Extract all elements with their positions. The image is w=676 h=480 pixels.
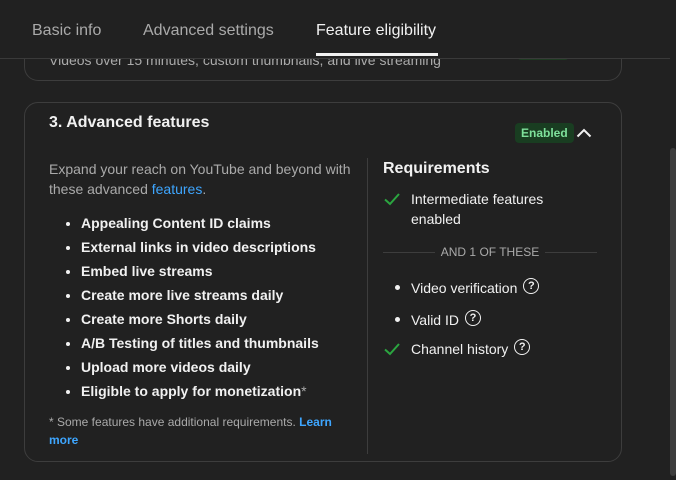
list-item: A/B Testing of titles and thumbnails: [81, 331, 359, 355]
list-item: Create more live streams daily: [81, 283, 359, 307]
requirement-channel-history: Channel history ?: [383, 339, 597, 359]
chevron-up-icon: [576, 128, 592, 138]
collapse-button[interactable]: [573, 122, 595, 144]
list-item: External links in video descriptions: [81, 235, 359, 259]
list-item: Eligible to apply for monetization*: [81, 379, 359, 403]
help-icon[interactable]: ?: [523, 278, 540, 294]
scrollbar[interactable]: [670, 148, 676, 476]
tab-feature-eligibility[interactable]: Feature eligibility: [316, 22, 436, 40]
advanced-features-card: 3. Advanced features Enabled Expand your…: [24, 102, 622, 462]
features-list: Appealing Content ID claims External lin…: [49, 211, 359, 403]
separator-label: AND 1 OF THESE: [440, 245, 540, 259]
requirements-column: Requirements Intermediate features enabl…: [383, 159, 597, 359]
help-icon[interactable]: ?: [464, 310, 481, 326]
footnote-asterisk: *: [301, 383, 307, 399]
requirement-intermediate: Intermediate features enabled: [383, 189, 597, 229]
features-link[interactable]: features: [152, 181, 203, 197]
footnote: * Some features have additional requirem…: [49, 413, 349, 449]
requirement-label: Valid ID: [411, 312, 459, 328]
footnote-text: * Some features have additional requirem…: [49, 415, 300, 429]
requirement-valid-id: Valid ID ?: [383, 310, 597, 330]
requirement-video-verification: Video verification ?: [383, 278, 597, 298]
requirement-label: Intermediate features enabled: [411, 191, 544, 227]
checkmark-icon: [384, 193, 400, 206]
requirement-label: Video verification: [411, 280, 518, 296]
requirement-label: Channel history: [411, 341, 509, 357]
tab-bar: Basic info Advanced settings Feature eli…: [0, 0, 670, 59]
tab-advanced-settings[interactable]: Advanced settings: [143, 22, 274, 40]
active-tab-indicator: [316, 53, 438, 56]
requirements-title: Requirements: [383, 160, 490, 177]
column-divider: [367, 158, 368, 454]
list-item: Create more Shorts daily: [81, 307, 359, 331]
bullet: [395, 317, 400, 322]
bullet: [395, 285, 400, 290]
list-item: Appealing Content ID claims: [81, 211, 359, 235]
list-item: Upload more videos daily: [81, 355, 359, 379]
requirements-separator: AND 1 OF THESE: [383, 242, 597, 262]
features-column: Expand your reach on YouTube and beyond …: [49, 159, 359, 403]
separator-line: [383, 251, 435, 253]
list-item: Embed live streams: [81, 259, 359, 283]
help-icon[interactable]: ?: [514, 339, 531, 355]
description-period: .: [202, 181, 207, 197]
checkmark-icon: [384, 343, 400, 356]
card-title: 3. Advanced features: [49, 114, 210, 131]
list-item-text: Eligible to apply for monetization: [81, 383, 302, 399]
separator-line: [545, 251, 597, 253]
tab-basic-info[interactable]: Basic info: [32, 22, 101, 40]
advanced-features-description: Expand your reach on YouTube and beyond …: [49, 159, 359, 199]
status-badge: Enabled: [515, 123, 574, 143]
